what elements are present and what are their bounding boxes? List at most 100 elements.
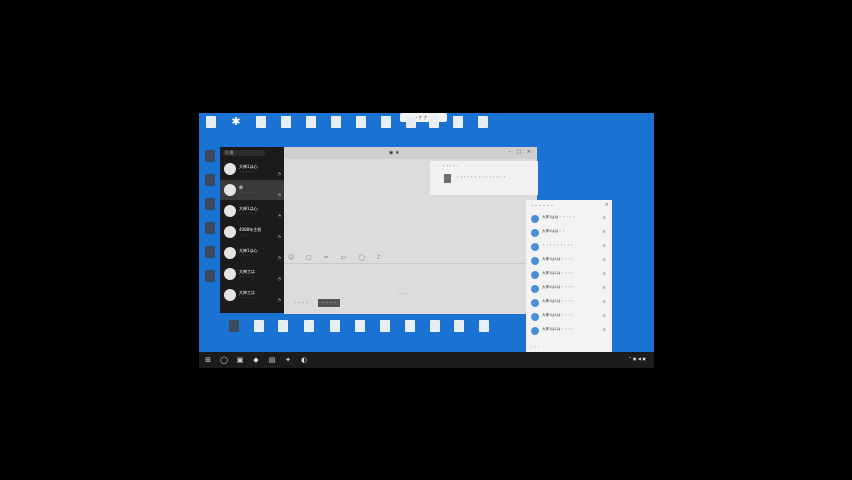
- taskbar-button[interactable]: ⊞: [203, 355, 213, 365]
- desktop-screen: ナ・ナ ナ ・ナ ✱ Q 搜 大神1は心 ・・・・・ ◔ 柴・・・・・・ ◔ 大神1は心・…: [199, 113, 654, 368]
- desktop-icon[interactable]: [202, 270, 218, 283]
- desktop-icon[interactable]: [377, 320, 393, 333]
- avatar: [224, 226, 236, 238]
- app-icon: [205, 246, 215, 258]
- desktop-icon[interactable]: [427, 320, 443, 333]
- file-icon: [430, 320, 440, 332]
- close-icon[interactable]: ×: [605, 202, 609, 208]
- avatar: [531, 299, 539, 307]
- conversation-item[interactable]: 大神1は心 ・・・・・ ◔: [220, 243, 284, 263]
- panel-row-text: 大神1は1は・・・・: [542, 327, 575, 331]
- desktop-icon[interactable]: [402, 320, 418, 333]
- taskbar-button[interactable]: ▤: [267, 355, 277, 365]
- panel-row-text: ・・・・・・・・・: [542, 243, 574, 247]
- settings-icon: ⚙: [602, 299, 606, 304]
- desktop-icon[interactable]: [476, 320, 492, 333]
- desktop-icon[interactable]: [202, 222, 218, 235]
- app-icon: [205, 150, 215, 162]
- input-info-text: ・・・・・: [397, 292, 413, 296]
- star-icon: ✱: [231, 115, 241, 128]
- avatar: [531, 313, 539, 321]
- file-icon: [254, 320, 264, 332]
- mute-icon: ◔: [277, 192, 282, 197]
- desktop-icon[interactable]: [303, 116, 319, 129]
- conversation-preview: ・・・・: [239, 233, 252, 237]
- avatar: [224, 268, 236, 280]
- desktop-icon[interactable]: [226, 320, 242, 333]
- conversation-item[interactable]: 大神工は ・・・・・ ◔: [220, 264, 284, 284]
- desktop-icon[interactable]: [202, 198, 218, 211]
- panel-row-text: 大神1はは・・: [542, 229, 566, 233]
- file-popup[interactable]: ・・・・・ ・・・・・・ ・・・・・・・・: [430, 161, 538, 195]
- desktop-icon[interactable]: [451, 320, 467, 333]
- conversation-item[interactable]: 大神工は ・・・・・ ◔: [220, 285, 284, 305]
- avatar: [531, 257, 539, 265]
- panel-row-text: 大神1は1は・・・・: [542, 271, 575, 275]
- file-icon: [405, 320, 415, 332]
- search-input[interactable]: Q 搜: [223, 150, 265, 156]
- settings-icon: ⚙: [602, 271, 606, 276]
- taskbar: ⊞ ◯ ▣ ◆ ▤ ✦ ◐ ^ ▣ ◀ ▣: [199, 352, 654, 368]
- file-icon: [331, 116, 341, 128]
- conversation-item[interactable]: 4088年主祝 ・・・・ ◔: [220, 222, 284, 242]
- taskbar-button[interactable]: ◯: [219, 355, 229, 365]
- file-icon: [278, 320, 288, 332]
- desktop-icon[interactable]: [251, 320, 267, 333]
- conversation-preview: ・・・・・・: [239, 212, 258, 216]
- desktop-icon[interactable]: [253, 116, 269, 129]
- window-controls[interactable]: – □ ×: [508, 149, 533, 155]
- desktop-icon[interactable]: [378, 116, 394, 129]
- avatar: [224, 247, 236, 259]
- taskbar-button[interactable]: ▣: [235, 355, 245, 365]
- send-button[interactable]: ・・・・: [318, 299, 340, 307]
- settings-icon: ⚙: [602, 327, 606, 332]
- file-icon: [381, 116, 391, 128]
- desktop-icon[interactable]: [352, 320, 368, 333]
- desktop-icon[interactable]: [475, 116, 491, 129]
- avatar: [224, 163, 236, 175]
- settings-icon: ⚙: [602, 313, 606, 318]
- panel-footer-link[interactable]: ・・・: [530, 345, 541, 350]
- desktop-icon[interactable]: [202, 174, 218, 187]
- panel-row[interactable]: 大神1は1は・・・・ ⚙: [526, 324, 612, 340]
- mute-icon: ◔: [277, 213, 282, 218]
- system-tray[interactable]: ^ ▣ ◀ ▣: [628, 356, 646, 361]
- desktop-icon[interactable]: [275, 320, 291, 333]
- desktop-icon[interactable]: [203, 116, 219, 129]
- desktop-icon[interactable]: [202, 150, 218, 163]
- conversation-item[interactable]: 大神1は心 ・・・・・ ◔: [220, 159, 284, 179]
- taskbar-button[interactable]: ✦: [283, 355, 293, 365]
- conversation-item[interactable]: 柴・・・・・・ ◔: [220, 180, 284, 200]
- taskbar-button[interactable]: ◐: [299, 355, 309, 365]
- desktop-icon[interactable]: [301, 320, 317, 333]
- taskbar-button[interactable]: ◆: [251, 355, 261, 365]
- file-icon: [256, 116, 266, 128]
- file-icon: [406, 116, 416, 128]
- chat-toolbar[interactable]: ☺ ▢ ✂ ▭ ◯ ♪: [288, 254, 386, 261]
- file-icon: [356, 116, 366, 128]
- file-icon: [380, 320, 390, 332]
- avatar: [531, 327, 539, 335]
- side-panel: ・・・・・・ × 大神1はは・・・・・ ⚙ 大神1はは・・ ⚙ ・・・・・・・・・ ⚙ 大神…: [526, 200, 612, 353]
- avatar: [224, 289, 236, 301]
- avatar: [531, 243, 539, 251]
- desktop-icon[interactable]: [403, 116, 419, 129]
- desktop-icon[interactable]: [353, 116, 369, 129]
- panel-row-text: 大神1は1は・・・・: [542, 299, 575, 303]
- avatar: [531, 215, 539, 223]
- popup-title: ・・・・・: [442, 164, 460, 168]
- avatar: [224, 205, 236, 217]
- settings-icon: ⚙: [602, 257, 606, 262]
- desktop-icon[interactable]: [327, 320, 343, 333]
- desktop-icon[interactable]: [202, 246, 218, 259]
- settings-icon: ⚙: [602, 215, 606, 220]
- avatar: [531, 229, 539, 237]
- desktop-icon[interactable]: [278, 116, 294, 129]
- desktop-icon[interactable]: [328, 116, 344, 129]
- conversation-item[interactable]: 大神1は心 ・・・・・・ ◔: [220, 201, 284, 221]
- conversation-preview: ・・・・・: [239, 170, 255, 174]
- desktop-icon[interactable]: [450, 116, 466, 129]
- desktop-icon[interactable]: [426, 116, 442, 129]
- desktop-icon[interactable]: ✱: [228, 116, 244, 129]
- file-icon: [355, 320, 365, 332]
